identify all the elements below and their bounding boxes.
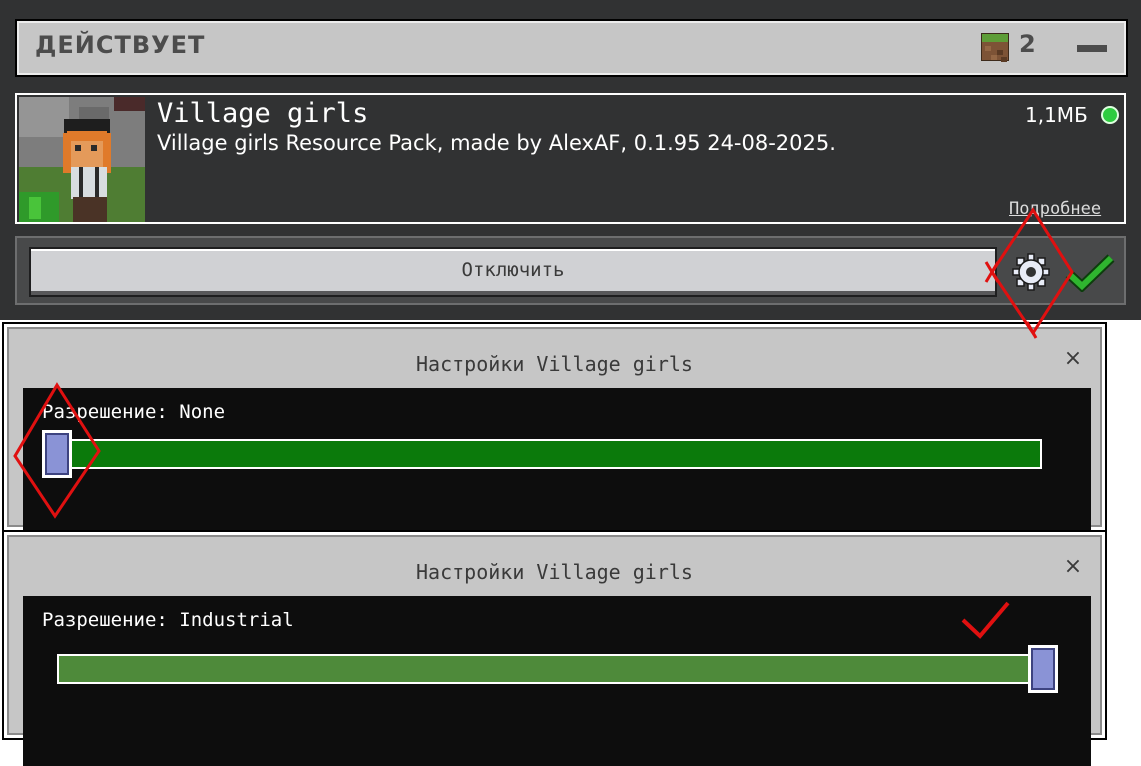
disable-button[interactable]: Отключить	[29, 247, 997, 297]
pack-description: Village girls Resource Pack, made by Ale…	[157, 131, 836, 155]
resolution-slider-track[interactable]	[57, 654, 1057, 684]
details-link[interactable]: Подробнее	[1009, 199, 1101, 219]
dialog-title: Настройки Village girls	[416, 560, 693, 584]
resolution-slider-track[interactable]	[42, 439, 1042, 469]
grass-block-icon	[981, 33, 1009, 61]
settings-dialog: Настройки Village girls × Разрешение: No…	[2, 322, 1107, 558]
pack-size: 1,1МБ	[1025, 103, 1088, 127]
resource-pack-panel: ДЕЙСТВУЕТ 2 Village girls Village girls …	[0, 0, 1141, 320]
collapse-button[interactable]	[1075, 36, 1109, 60]
pack-thumbnail	[19, 97, 145, 222]
minus-icon	[1077, 45, 1107, 52]
close-icon[interactable]: ×	[1062, 556, 1084, 578]
dialog-title: Настройки Village girls	[416, 352, 693, 376]
resolution-label: Разрешение: None	[42, 401, 226, 423]
resolution-slider-thumb[interactable]	[1028, 645, 1058, 693]
active-section-title: ДЕЙСТВУЕТ	[35, 31, 206, 59]
settings-dialog: Настройки Village girls × Разрешение: In…	[2, 530, 1107, 766]
resolution-label: Разрешение: Industrial	[42, 609, 294, 631]
dialog-body: Разрешение: Industrial	[23, 596, 1091, 766]
close-icon[interactable]: ×	[1062, 348, 1084, 370]
active-section-header[interactable]: ДЕЙСТВУЕТ 2	[15, 19, 1128, 77]
pack-card[interactable]: Village girls Village girls Resource Pac…	[15, 93, 1126, 224]
green-checkmark-icon[interactable]	[1065, 252, 1115, 293]
pack-name: Village girls	[157, 98, 369, 129]
pack-thumbnail-art	[19, 97, 145, 222]
gear-icon[interactable]	[1011, 252, 1051, 292]
pack-action-row: Отключить	[15, 236, 1126, 305]
resolution-slider-thumb[interactable]	[42, 430, 72, 478]
status-dot-icon	[1101, 106, 1119, 124]
active-pack-count: 2	[1019, 30, 1036, 58]
